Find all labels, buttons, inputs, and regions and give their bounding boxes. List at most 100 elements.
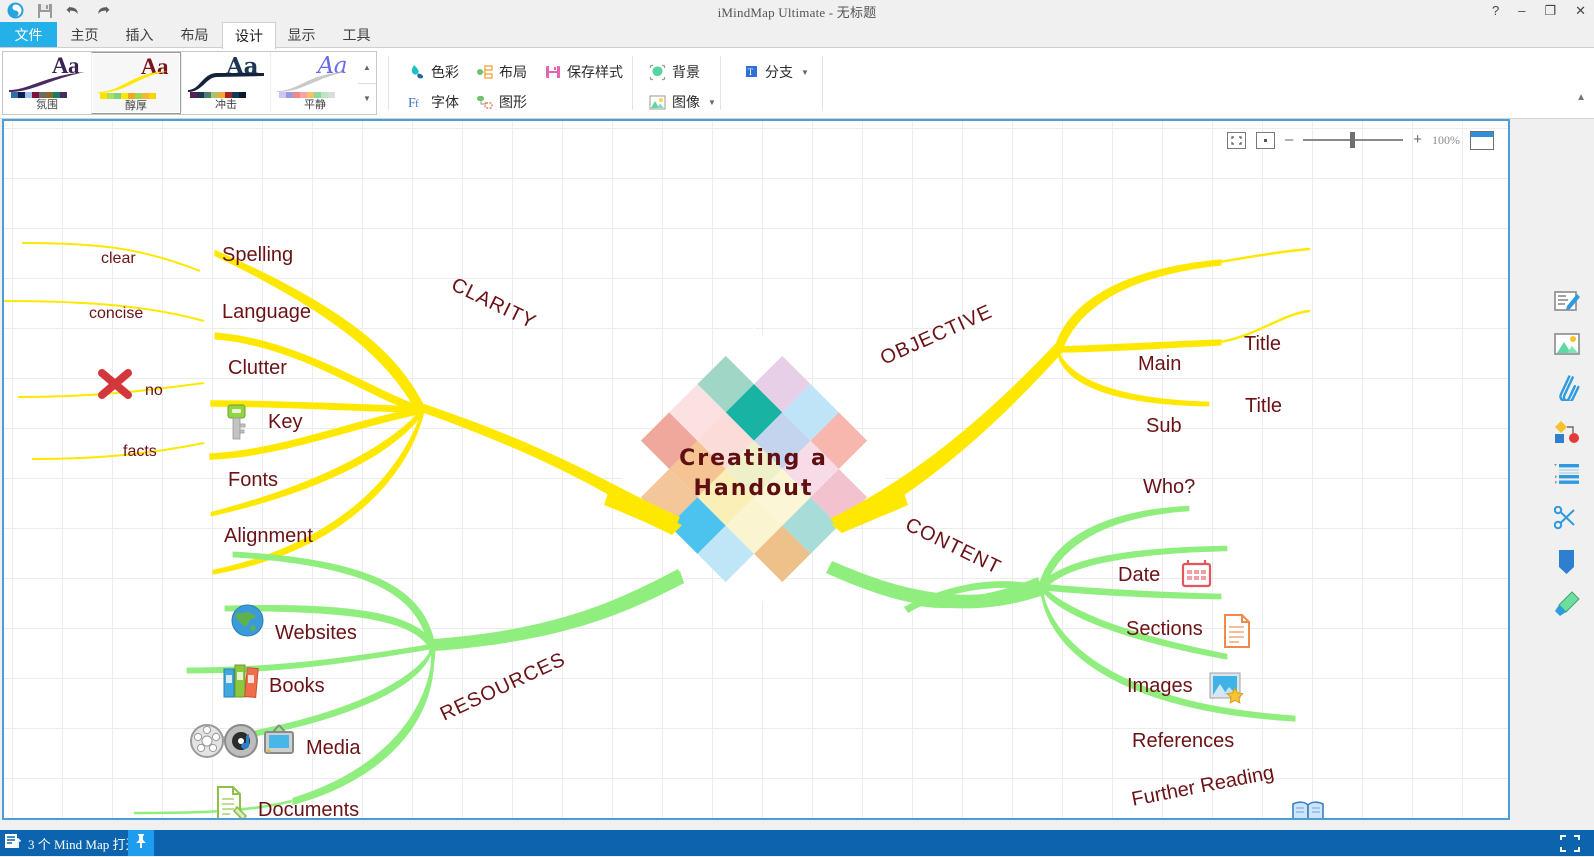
branch-button[interactable]: T 分支 ▼ bbox=[738, 60, 813, 84]
window-controls: ? – ❐ ✕ bbox=[1492, 0, 1586, 22]
zoom-out-button[interactable]: – bbox=[1285, 132, 1293, 147]
image-button-label: 图像 bbox=[672, 94, 700, 110]
close-button[interactable]: ✕ bbox=[1575, 0, 1586, 22]
zoom-percent: 100% bbox=[1432, 132, 1460, 147]
brush-tool[interactable] bbox=[1552, 590, 1582, 621]
tab-layout[interactable]: 布局 bbox=[167, 22, 222, 48]
open-maps-label: 3 个 Mind Map 打开 bbox=[28, 836, 139, 852]
style-item-3[interactable]: Aa 平静 bbox=[270, 52, 359, 112]
cut-tool[interactable] bbox=[1552, 505, 1582, 535]
tab-design[interactable]: 设计 bbox=[222, 22, 276, 50]
style-item-2[interactable]: Aa 冲击 bbox=[181, 52, 270, 112]
node-date[interactable]: Date bbox=[1118, 564, 1160, 587]
picture-icon bbox=[649, 94, 666, 111]
document-icon[interactable] bbox=[1223, 614, 1251, 653]
center-node-line1: Creating a bbox=[679, 446, 828, 471]
globe-icon[interactable] bbox=[231, 604, 264, 642]
node-references[interactable]: References bbox=[1132, 730, 1234, 753]
open-maps-indicator[interactable]: 3 个 Mind Map 打开 bbox=[4, 830, 139, 856]
media-icons[interactable] bbox=[189, 721, 299, 764]
chevron-down-icon[interactable]: ▼ bbox=[801, 68, 809, 77]
svg-text:CONTENT: CONTENT bbox=[902, 514, 1005, 579]
tab-file[interactable]: 文件 bbox=[0, 22, 57, 48]
node-clear[interactable]: clear bbox=[101, 250, 136, 268]
center-map-icon[interactable] bbox=[1255, 131, 1275, 149]
node-books[interactable]: Books bbox=[269, 675, 325, 698]
node-images[interactable]: Images bbox=[1127, 675, 1193, 698]
image-tool[interactable] bbox=[1552, 331, 1582, 361]
tab-view[interactable]: 显示 bbox=[274, 22, 329, 48]
paperclip-icon bbox=[1554, 374, 1580, 406]
tab-insert[interactable]: 插入 bbox=[112, 22, 167, 48]
green-key-icon[interactable] bbox=[223, 404, 250, 447]
help-button[interactable]: ? bbox=[1492, 0, 1499, 22]
pin-button[interactable] bbox=[128, 830, 154, 856]
maps-open-icon bbox=[4, 832, 22, 855]
node-spelling[interactable]: Spelling bbox=[222, 244, 293, 267]
zoom-slider-handle[interactable] bbox=[1350, 132, 1356, 148]
node-main[interactable]: Main bbox=[1138, 353, 1181, 376]
books-icon[interactable] bbox=[222, 662, 263, 703]
minimize-button[interactable]: – bbox=[1518, 0, 1525, 22]
node-title-sub[interactable]: Title bbox=[1245, 395, 1282, 418]
node-media[interactable]: Media bbox=[306, 737, 360, 760]
outline-tool[interactable] bbox=[1552, 461, 1582, 491]
svg-text:T: T bbox=[747, 67, 753, 77]
svg-text:CLARITY: CLARITY bbox=[448, 274, 540, 334]
picture-star-icon[interactable] bbox=[1209, 672, 1244, 709]
node-concise[interactable]: concise bbox=[89, 305, 143, 323]
save-style-button[interactable]: 保存样式 bbox=[540, 60, 627, 84]
layout-button[interactable]: 布局 bbox=[472, 60, 531, 84]
node-who[interactable]: Who? bbox=[1143, 476, 1195, 499]
font-button[interactable]: Ff 字体 bbox=[404, 90, 463, 114]
node-fonts[interactable]: Fonts bbox=[228, 469, 278, 492]
tag-tool[interactable] bbox=[1552, 549, 1582, 579]
imindmap-window: iMindMap Ultimate - 无标题 ? – ❐ ✕ 通知 0 文件 … bbox=[0, 0, 1594, 856]
zoom-in-button[interactable]: + bbox=[1413, 132, 1422, 147]
node-facts[interactable]: facts bbox=[123, 443, 157, 461]
chevron-down-icon[interactable]: ▼ bbox=[708, 98, 716, 107]
node-no[interactable]: no bbox=[145, 382, 163, 400]
red-cross-icon[interactable] bbox=[96, 367, 134, 406]
documents-icon[interactable] bbox=[216, 786, 248, 818]
style-name: 平静 bbox=[304, 99, 326, 111]
restore-button[interactable]: ❐ bbox=[1544, 0, 1556, 22]
style-item-1[interactable]: Aa 醇厚 bbox=[91, 52, 181, 114]
style-curve-icon bbox=[7, 70, 87, 92]
node-key[interactable]: Key bbox=[268, 411, 302, 434]
layout-icon bbox=[476, 64, 493, 81]
center-node[interactable]: Creating a Handout bbox=[676, 444, 831, 504]
scroll-down-icon[interactable]: ▼ bbox=[358, 82, 376, 115]
scroll-up-icon[interactable]: ▲ bbox=[358, 52, 376, 83]
node-alignment[interactable]: Alignment bbox=[224, 525, 313, 548]
node-clutter[interactable]: Clutter bbox=[228, 357, 287, 380]
attachment-tool[interactable] bbox=[1552, 374, 1582, 406]
node-title-main[interactable]: Title bbox=[1244, 333, 1281, 356]
color-button[interactable]: 色彩 bbox=[404, 60, 463, 84]
note-tool[interactable] bbox=[1552, 289, 1582, 319]
fullscreen-button[interactable] bbox=[1560, 835, 1580, 857]
mindmap-canvas[interactable]: – + 100% CLARITY OBJECTIVE CONTENT RESOU… bbox=[2, 119, 1510, 820]
node-language[interactable]: Language bbox=[222, 301, 311, 324]
relationship-tool[interactable] bbox=[1552, 419, 1582, 449]
calendar-icon[interactable] bbox=[1180, 558, 1213, 595]
ribbon-collapse-button[interactable]: ▲ bbox=[1576, 92, 1586, 103]
tab-tools[interactable]: 工具 bbox=[329, 22, 384, 48]
image-button[interactable]: 图像 ▼ bbox=[645, 90, 720, 114]
style-item-0[interactable]: Aa 氛围 bbox=[3, 52, 91, 112]
note-edit-icon bbox=[1554, 290, 1580, 319]
ribbon-group-divider bbox=[632, 56, 633, 110]
zoom-slider[interactable] bbox=[1303, 132, 1404, 148]
node-documents[interactable]: Documents bbox=[258, 799, 359, 818]
droplet-icon bbox=[408, 64, 425, 81]
open-book-icon[interactable] bbox=[1292, 801, 1324, 818]
tab-home[interactable]: 主页 bbox=[57, 22, 112, 48]
zoom-preview-icon[interactable] bbox=[1470, 130, 1494, 150]
node-sections[interactable]: Sections bbox=[1126, 618, 1203, 641]
shape-button[interactable]: 图形 bbox=[472, 90, 531, 114]
background-icon bbox=[649, 64, 666, 81]
fit-screen-icon[interactable] bbox=[1226, 131, 1246, 149]
node-websites[interactable]: Websites bbox=[275, 622, 357, 645]
node-sub[interactable]: Sub bbox=[1146, 415, 1182, 438]
background-button[interactable]: 背景 bbox=[645, 60, 704, 84]
